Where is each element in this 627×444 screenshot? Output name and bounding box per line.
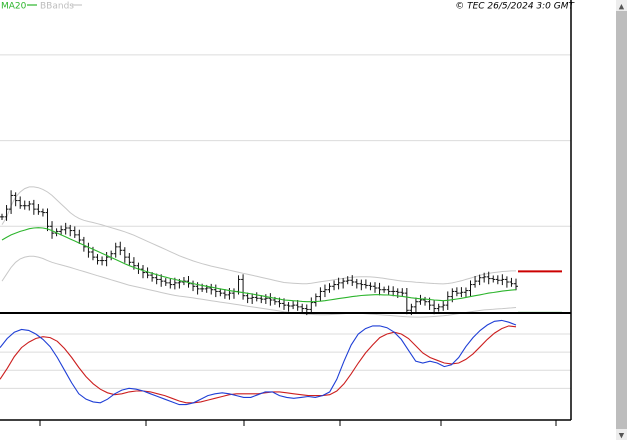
price-bar: [500, 274, 505, 286]
price-bar: [109, 250, 114, 261]
price-bar: [245, 292, 250, 304]
price-bar: [441, 301, 446, 311]
macd-line: [0, 319, 517, 406]
price-bar: [300, 303, 305, 314]
price-bar: [227, 288, 232, 300]
price-bar: [168, 278, 173, 289]
legend-bbands: BBands: [40, 2, 74, 12]
price-bar: [491, 275, 496, 283]
price-bar: [100, 256, 105, 266]
price-bar: [377, 282, 382, 296]
price-bar: [0, 213, 4, 220]
legend-ma20: MA20: [1, 2, 27, 12]
price-bar: [423, 296, 428, 306]
price-bar: [86, 242, 91, 258]
price-bar: [45, 208, 50, 232]
scroll-down-arrow-icon[interactable]: ▼: [619, 432, 625, 440]
price-bar: [286, 302, 291, 312]
vertical-scrollbar[interactable]: ▲ ▼: [616, 0, 627, 440]
price-bar: [95, 254, 100, 265]
price-bar: [404, 288, 409, 315]
price-bar: [354, 278, 359, 289]
price-bar: [40, 208, 45, 217]
price-bar: [386, 285, 391, 296]
macd-layer: [0, 319, 517, 406]
price-bar: [436, 303, 441, 312]
price-bar: [36, 204, 41, 215]
price-bar: [313, 293, 318, 307]
price-bar: [495, 275, 500, 285]
chart-container: MA20 BBands © TEC 26/5/2024 3:0 GMT ▲ ▼: [0, 0, 627, 440]
price-bar: [141, 265, 146, 279]
price-bar: [368, 282, 373, 291]
price-bar: [318, 287, 323, 302]
levels-layer: [518, 270, 562, 314]
price-bar: [77, 229, 82, 244]
price-bar: [514, 278, 518, 291]
price-bar: [459, 287, 464, 298]
price-bar: [231, 288, 236, 299]
price-bar: [72, 226, 77, 238]
copyright-text: © TEC 26/5/2024 3:0 GMT: [455, 2, 575, 12]
price-bar: [327, 283, 332, 293]
price-bar: [454, 287, 459, 297]
price-bar: [213, 284, 218, 298]
price-bar: [359, 279, 364, 291]
grid-layer: [0, 54, 571, 389]
price-bar: [268, 293, 273, 306]
price-bar: [127, 253, 132, 266]
price-bar: [18, 196, 23, 209]
scroll-up-arrow-icon[interactable]: ▲: [619, 3, 625, 11]
price-bar: [241, 274, 246, 300]
price-bar: [509, 277, 514, 287]
price-bar: [113, 242, 118, 258]
price-bar: [163, 278, 168, 286]
price-bar: [22, 200, 27, 210]
price-bar: [104, 252, 109, 267]
price-bar: [122, 247, 127, 263]
price-bar: [463, 287, 468, 298]
price-bar: [250, 293, 255, 304]
price-bar: [63, 222, 68, 235]
price-bar: [191, 280, 196, 292]
price-bar: [341, 278, 346, 289]
price-bar: [418, 294, 423, 305]
price-bar: [372, 282, 377, 293]
price-bar: [27, 200, 32, 211]
price-bar: [473, 276, 478, 288]
price-bar: [332, 280, 337, 291]
price-bar: [209, 283, 214, 295]
price-bar: [291, 301, 296, 310]
price-bar: [31, 199, 36, 215]
axis-labels-layer: [39, 420, 557, 426]
price-bar: [468, 280, 473, 297]
price-bar: [363, 279, 368, 289]
price-bar: [504, 276, 509, 288]
price-bars-layer: [0, 190, 518, 316]
bbands-layer: [1, 186, 517, 318]
price-bar: [413, 297, 418, 313]
price-bar: [382, 286, 387, 293]
scrollbar-track[interactable]: [616, 0, 627, 440]
price-bar: [309, 297, 314, 313]
chart-svg: MA20 BBands © TEC 26/5/2024 3:0 GMT ▲ ▼: [0, 0, 627, 440]
price-bar: [400, 288, 405, 297]
price-bar: [118, 241, 123, 256]
price-bar: [322, 284, 327, 298]
price-bar: [254, 292, 259, 302]
price-bar: [263, 294, 268, 304]
